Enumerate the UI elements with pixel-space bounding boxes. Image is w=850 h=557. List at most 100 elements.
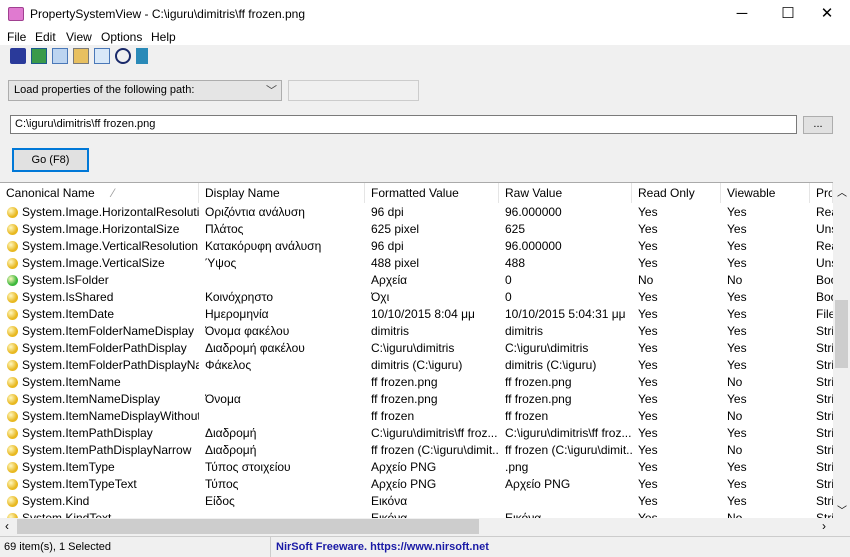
cell-canonical-name: System.ItemNameDisplayWithoutEx... xyxy=(22,409,199,423)
nirsoft-link[interactable]: NirSoft Freeware. https://www.nirsoft.ne… xyxy=(276,541,489,553)
cell-formatted-value: Αρχείο PNG xyxy=(371,477,437,491)
cell-raw-value: 10/10/2015 5:04:31 μμ xyxy=(505,307,626,321)
exit-icon[interactable] xyxy=(136,48,148,64)
column-header-property-type[interactable]: Pro xyxy=(810,183,833,203)
path-input[interactable]: C:\iguru\dimitris\ff frozen.png xyxy=(10,115,797,134)
column-header-display-name[interactable]: Display Name xyxy=(199,183,365,203)
copy-icon[interactable] xyxy=(52,48,68,64)
table-row[interactable]: System.ItemType Τύπος στοιχείου Αρχείο PNG… xyxy=(0,459,833,476)
cell-viewable: No xyxy=(727,375,743,389)
table-row[interactable]: System.ItemFolderNameDisplay Όνομα φακέλο… xyxy=(0,323,833,340)
cell-read-only: Yes xyxy=(638,239,658,253)
cell-raw-value: ff frozen xyxy=(505,409,549,423)
cell-raw-value: 96.000000 xyxy=(505,205,562,219)
table-row[interactable]: System.ItemFolderPathDisplay Διαδρομή φακ… xyxy=(0,340,833,357)
column-header-canonical-name[interactable]: Canonical Name ⁄ xyxy=(0,183,199,203)
menu-view[interactable]: View xyxy=(66,30,92,44)
close-button[interactable]: ✕ xyxy=(804,0,850,30)
menu-file[interactable]: File xyxy=(7,30,26,44)
cell-property-type: Stri xyxy=(816,494,833,508)
cell-property-type: Rea xyxy=(816,205,833,219)
column-header-viewable[interactable]: Viewable xyxy=(721,183,810,203)
cell-formatted-value: Εικόνα xyxy=(371,511,408,518)
cell-raw-value: 0 xyxy=(505,273,512,287)
cell-read-only: Yes xyxy=(638,341,658,355)
cell-read-only: Yes xyxy=(638,205,658,219)
menu-options[interactable]: Options xyxy=(101,30,142,44)
cell-formatted-value: ff frozen.png xyxy=(371,375,438,389)
vertical-scroll-thumb[interactable] xyxy=(835,300,848,368)
go-button[interactable]: Go (F8) xyxy=(12,148,89,172)
cell-formatted-value: ff frozen xyxy=(371,409,415,423)
cell-raw-value xyxy=(505,493,632,510)
browse-button[interactable]: ... xyxy=(803,116,833,134)
table-row[interactable]: System.ItemPathDisplayNarrow Διαδρομή ff f… xyxy=(0,442,833,459)
table-row[interactable]: System.ItemNameDisplayWithoutEx... ff fro… xyxy=(0,408,833,425)
refresh-icon[interactable] xyxy=(31,48,47,64)
table-row[interactable]: System.Image.VerticalResolution Κατακόρυφ… xyxy=(0,238,833,255)
cell-raw-value: dimitris xyxy=(505,324,543,338)
cell-property-type: Boo xyxy=(816,273,833,287)
cell-viewable: Yes xyxy=(727,222,747,236)
scroll-up-icon[interactable]: ︿ xyxy=(837,184,847,199)
cell-viewable: Yes xyxy=(727,290,747,304)
cell-formatted-value: Εικόνα xyxy=(371,494,408,508)
options-icon[interactable] xyxy=(115,48,131,64)
cell-canonical-name: System.Kind xyxy=(22,494,90,508)
cell-read-only: Yes xyxy=(638,358,658,372)
table-row[interactable]: System.IsShared Κοινόχρηστο Όχι 0 Yes Yes Boo xyxy=(0,289,833,306)
scroll-down-icon[interactable]: ﹀ xyxy=(837,502,847,517)
properties-icon[interactable] xyxy=(73,48,89,64)
load-mode-select[interactable]: Load properties of the following path: ﹀ xyxy=(8,80,282,101)
menu-edit[interactable]: Edit xyxy=(35,30,56,44)
cell-read-only: Yes xyxy=(638,290,658,304)
cell-canonical-name: System.ItemPathDisplayNarrow xyxy=(22,443,192,457)
load-mode-value: Load properties of the following path: xyxy=(14,84,195,96)
cell-display-name: Είδος xyxy=(205,494,235,508)
cell-canonical-name: System.ItemDate xyxy=(22,307,115,321)
table-row[interactable]: System.ItemName ff frozen.png ff frozen.pn… xyxy=(0,374,833,391)
cell-read-only: Yes xyxy=(638,222,658,236)
table-row[interactable]: System.ItemFolderPathDisplayNarrow Φάκελο… xyxy=(0,357,833,374)
find-icon[interactable] xyxy=(94,48,110,64)
table-row[interactable]: System.ItemTypeText Τύπος Αρχείο PNG Αρχείο… xyxy=(0,476,833,493)
menu-help[interactable]: Help xyxy=(151,30,176,44)
cell-canonical-name: System.ItemNameDisplay xyxy=(22,392,161,406)
cell-raw-value: C:\iguru\dimitris xyxy=(505,341,589,355)
table-row[interactable]: System.Image.HorizontalSize Πλάτος 625 pix… xyxy=(0,221,833,238)
table-row[interactable]: System.ItemNameDisplay Όνομα ff frozen.png… xyxy=(0,391,833,408)
cell-canonical-name: System.ItemTypeText xyxy=(22,477,137,491)
cell-canonical-name: System.IsShared xyxy=(22,290,114,304)
cell-formatted-value: C:\iguru\dimitris xyxy=(371,341,455,355)
cell-display-name xyxy=(205,374,365,391)
cell-viewable: Yes xyxy=(727,358,747,372)
table-row[interactable]: System.Kind Είδος Εικόνα Yes Yes Stri xyxy=(0,493,833,510)
table-row[interactable]: System.ItemDate Ημερομηνία 10/10/2015 8:04… xyxy=(0,306,833,323)
table-row[interactable]: System.KindText Εικόνα Εικόνα Yes No Stri xyxy=(0,510,833,518)
cell-read-only: Yes xyxy=(638,324,658,338)
table-row[interactable]: System.Image.HorizontalResolution Οριζόντ… xyxy=(0,204,833,221)
column-header-formatted-value[interactable]: Formatted Value xyxy=(365,183,499,203)
cell-formatted-value: 488 pixel xyxy=(371,256,420,270)
properties-list[interactable]: Canonical Name ⁄ Display Name Formatted … xyxy=(0,182,833,518)
cell-display-name: Φάκελος xyxy=(205,358,252,372)
cell-viewable: Yes xyxy=(727,307,747,321)
horizontal-scroll-thumb[interactable] xyxy=(17,519,479,534)
table-row[interactable]: System.Image.VerticalSize Ύψος 488 pixel 48… xyxy=(0,255,833,272)
cell-property-type: Stri xyxy=(816,324,833,338)
scroll-right-icon[interactable]: › xyxy=(822,519,826,533)
cell-read-only: Yes xyxy=(638,511,658,518)
cell-property-type: Stri xyxy=(816,511,833,518)
cell-read-only: Yes xyxy=(638,477,658,491)
yellow-status-icon xyxy=(7,292,18,303)
table-row[interactable]: System.ItemPathDisplay Διαδρομή C:\iguru\d… xyxy=(0,425,833,442)
cell-display-name: Πλάτος xyxy=(205,222,244,236)
cell-read-only: Yes xyxy=(638,307,658,321)
table-row[interactable]: System.IsFolder Αρχεία 0 No No Boo xyxy=(0,272,833,289)
minimize-button[interactable]: ─ xyxy=(719,0,765,30)
save-icon[interactable] xyxy=(10,48,26,64)
cell-raw-value: ff frozen.png xyxy=(505,375,572,389)
column-header-raw-value[interactable]: Raw Value xyxy=(499,183,632,203)
column-header-read-only[interactable]: Read Only xyxy=(632,183,721,203)
scroll-left-icon[interactable]: ‹ xyxy=(5,519,9,533)
